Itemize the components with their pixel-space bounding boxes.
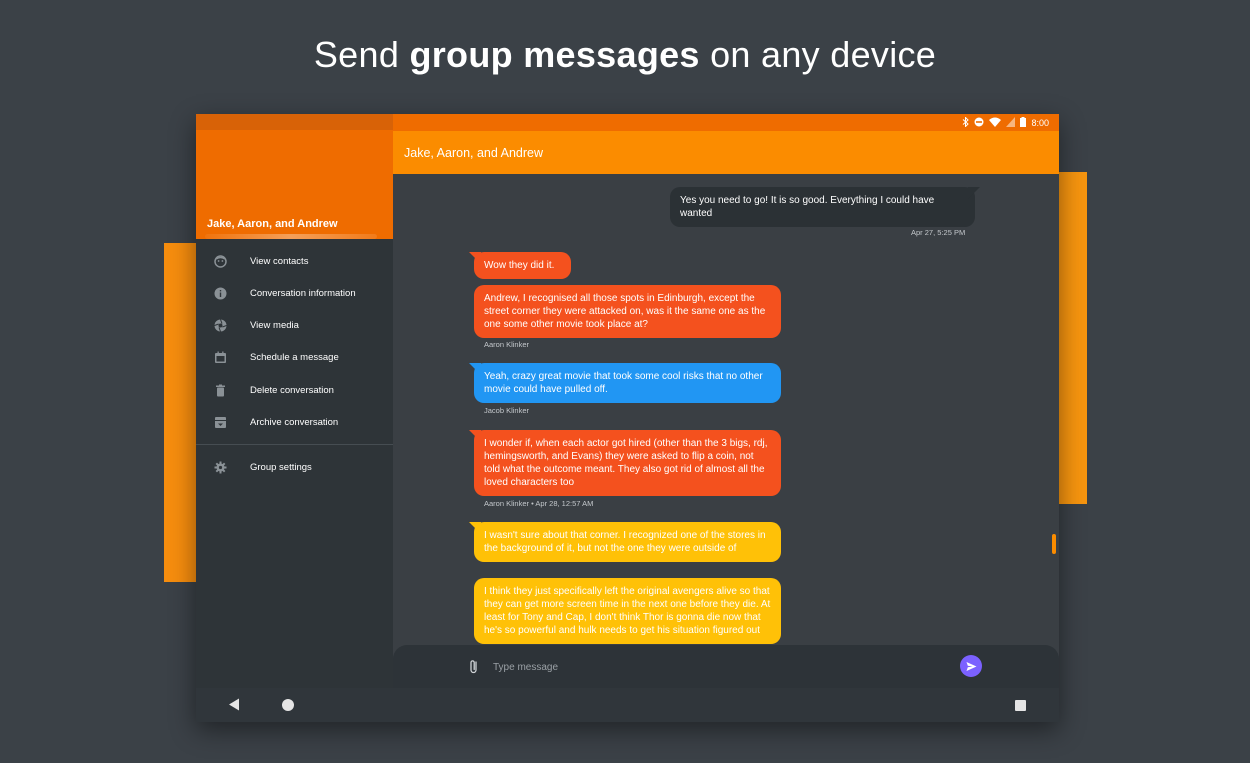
info-icon	[214, 287, 227, 300]
headline-bold: group messages	[409, 34, 700, 75]
message-bubble-incoming[interactable]: Andrew, I recognised all those spots in …	[474, 285, 781, 338]
attach-icon[interactable]	[467, 659, 481, 675]
drawer-header-brush	[205, 234, 377, 239]
signal-icon	[1006, 116, 1016, 129]
compose-bar	[393, 645, 1059, 688]
drawer-item-label: Schedule a message	[250, 351, 339, 363]
navigation-drawer: Jake, Aaron, and Andrew View contacts Co…	[196, 114, 393, 688]
headline: Send group messages on any device	[0, 34, 1250, 76]
status-time: 8:00	[1031, 117, 1049, 128]
face-icon	[214, 254, 227, 268]
trash-icon	[214, 384, 227, 397]
back-icon	[229, 698, 239, 711]
drawer-item-delete-conversation[interactable]: Delete conversation	[196, 374, 393, 406]
status-icons: 8:00	[962, 115, 1049, 129]
scrollbar-thumb[interactable]	[1052, 534, 1056, 554]
wifi-icon	[989, 117, 1002, 129]
back-button[interactable]	[228, 698, 240, 716]
drawer-item-label: Delete conversation	[250, 384, 334, 396]
status-bar: 8:00	[393, 114, 1059, 131]
message-meta: Aaron Klinker • Apr 28, 12:57 AM	[484, 499, 594, 508]
home-button[interactable]	[282, 699, 294, 711]
message-bubble-outgoing[interactable]: Yes you need to go! It is so good. Every…	[670, 187, 975, 227]
headline-prefix: Send	[313, 34, 410, 75]
drawer-item-label: Archive conversation	[250, 416, 339, 428]
drawer-title: Jake, Aaron, and Andrew	[207, 218, 338, 230]
aperture-icon	[214, 318, 227, 332]
message-input[interactable]	[491, 657, 915, 677]
drawer-item-label: Group settings	[250, 461, 312, 473]
send-icon	[966, 661, 976, 671]
toolbar: Jake, Aaron, and Andrew	[393, 131, 1059, 174]
bluetooth-icon	[962, 115, 970, 129]
toolbar-title: Jake, Aaron, and Andrew	[404, 146, 543, 160]
drawer-item-label: View contacts	[250, 255, 309, 267]
drawer-header: Jake, Aaron, and Andrew	[196, 130, 393, 239]
message-meta: Apr 27, 5:25 PM	[911, 228, 966, 237]
drawer-item-archive-conversation[interactable]: Archive conversation	[196, 406, 393, 438]
drawer-item-label: Conversation information	[250, 287, 356, 299]
do-not-disturb-icon	[974, 117, 984, 129]
drawer-status-bar	[196, 114, 393, 130]
battery-icon	[1020, 116, 1027, 129]
recents-button[interactable]	[1015, 700, 1026, 711]
drawer-item-group-settings[interactable]: Group settings	[196, 451, 393, 483]
drawer-item-view-media[interactable]: View media	[196, 309, 393, 341]
tablet-device: Jake, Aaron, and Andrew View contacts Co…	[196, 114, 1059, 722]
archive-icon	[214, 416, 227, 429]
message-list[interactable]: Yes you need to go! It is so good. Every…	[393, 174, 1059, 646]
message-bubble-incoming[interactable]: I wasn't sure about that corner. I recog…	[474, 522, 781, 562]
message-bubble-incoming[interactable]: I wonder if, when each actor got hired (…	[474, 430, 781, 496]
system-nav-bar	[196, 688, 1059, 722]
send-button[interactable]	[960, 655, 982, 677]
conversation-pane: 8:00 Jake, Aaron, and Andrew Yes you nee…	[393, 114, 1059, 688]
headline-suffix: on any device	[699, 34, 937, 75]
message-meta: Aaron Klinker	[484, 340, 530, 349]
message-meta: Jacob Klinker	[484, 406, 530, 415]
drawer-item-conversation-information[interactable]: Conversation information	[196, 277, 393, 309]
message-bubble-incoming[interactable]: I think they just specifically left the …	[474, 578, 781, 644]
drawer-item-label: View media	[250, 319, 299, 331]
message-bubble-incoming[interactable]: Wow they did it.	[474, 252, 571, 279]
gear-icon	[214, 461, 227, 474]
message-bubble-incoming[interactable]: Yeah, crazy great movie that took some c…	[474, 363, 781, 403]
drawer-item-schedule-message[interactable]: Schedule a message	[196, 341, 393, 373]
calendar-icon	[214, 351, 227, 364]
drawer-item-view-contacts[interactable]: View contacts	[196, 245, 393, 277]
drawer-divider	[196, 444, 393, 445]
